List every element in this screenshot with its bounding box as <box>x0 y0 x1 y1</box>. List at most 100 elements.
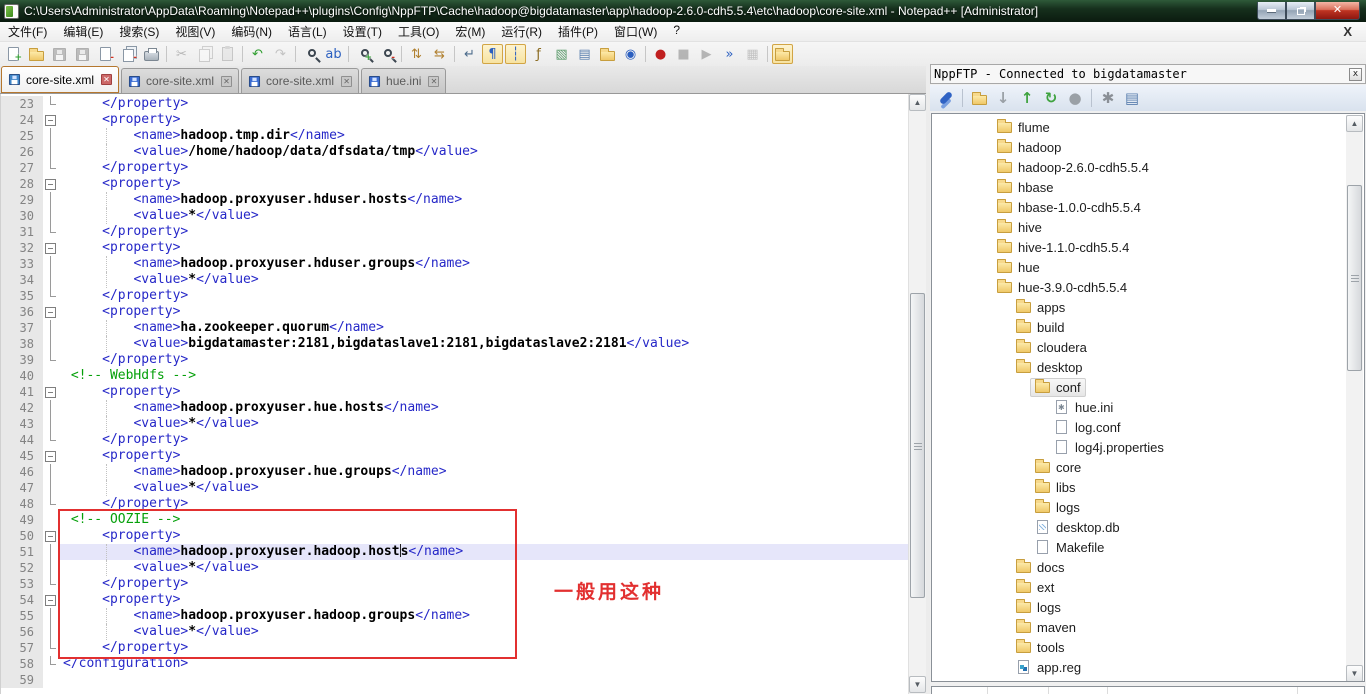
tree-item-log4j-properties[interactable]: log4j.properties <box>932 437 1364 457</box>
tree-item-hive-1-1-0-cdh5-5-4[interactable]: hive-1.1.0-cdh5.5.4 <box>932 237 1364 257</box>
menu-item-5[interactable]: 语言(L) <box>280 21 335 42</box>
macro-record-icon[interactable]: ● <box>650 44 671 64</box>
tree-item-docs[interactable]: docs <box>932 557 1364 577</box>
tab-core-site-xml[interactable]: core-site.xml ✕ <box>241 68 360 93</box>
tree-item-libs[interactable]: libs <box>932 477 1364 497</box>
tree-item-hive[interactable]: hive <box>932 217 1364 237</box>
sync-scroll-horizontal-icon[interactable]: ⇆ <box>429 44 450 64</box>
close-button[interactable]: ✕ <box>1315 2 1360 20</box>
paste-icon[interactable] <box>217 44 238 64</box>
tree-vertical-scrollbar[interactable]: ▲ ▼ <box>1346 115 1363 681</box>
menu-item-1[interactable]: 编辑(E) <box>55 21 111 42</box>
code-text[interactable]: <name>hadoop.proxyuser.hadoop.hosts</nam… <box>59 544 908 560</box>
tab-core-site-xml[interactable]: core-site.xml ✕ <box>121 68 240 93</box>
tab-close-icon[interactable]: ✕ <box>221 75 233 87</box>
tree-item-log-conf[interactable]: log.conf <box>932 417 1364 437</box>
tree-item-logs[interactable]: logs <box>932 597 1364 617</box>
code-text[interactable]: </property> <box>59 288 908 304</box>
show-nppftp-window-icon[interactable] <box>772 44 793 64</box>
save-all-icon[interactable] <box>72 44 93 64</box>
code-text[interactable]: </property> <box>59 160 908 176</box>
indent-guide-icon[interactable]: ┆ <box>505 44 526 64</box>
code-text[interactable]: <name>hadoop.proxyuser.hduser.hosts</nam… <box>59 192 908 208</box>
code-text[interactable]: <name>hadoop.proxyuser.hue.hosts</name> <box>59 400 908 416</box>
tree-item-desktop[interactable]: desktop <box>932 357 1364 377</box>
menu-item-7[interactable]: 工具(O) <box>390 21 447 42</box>
menu-item-10[interactable]: 插件(P) <box>550 21 606 42</box>
tab-close-icon[interactable]: ✕ <box>428 75 440 87</box>
folder-as-workspace-icon[interactable] <box>597 44 618 64</box>
menu-item-2[interactable]: 搜索(S) <box>111 21 167 42</box>
restore-button[interactable] <box>1286 2 1315 20</box>
open-cache-folder-icon[interactable] <box>967 87 991 109</box>
document-list-icon[interactable]: ▤ <box>574 44 595 64</box>
tree-scroll-up-icon[interactable]: ▲ <box>1346 115 1363 132</box>
tab-close-icon[interactable]: ✕ <box>101 74 113 85</box>
new-file-icon[interactable]: + <box>3 44 24 64</box>
fold-toggle-icon[interactable] <box>43 592 59 608</box>
menu-item-0[interactable]: 文件(F) <box>0 21 55 42</box>
open-file-icon[interactable] <box>26 44 47 64</box>
editor-scrollbar-thumb[interactable] <box>910 293 925 598</box>
code-text[interactable]: <property> <box>59 528 908 544</box>
macro-run-multiple-icon[interactable]: » <box>719 44 740 64</box>
minimize-button[interactable] <box>1257 2 1286 20</box>
tree-item-app-reg[interactable]: app.reg <box>932 657 1364 677</box>
menu-item-9[interactable]: 运行(R) <box>493 21 550 42</box>
code-text[interactable]: <property> <box>59 112 908 128</box>
function-list-icon[interactable]: ƒ <box>528 44 549 64</box>
print-icon[interactable] <box>141 44 162 64</box>
fold-toggle-icon[interactable] <box>43 528 59 544</box>
code-text[interactable]: <property> <box>59 448 908 464</box>
fold-toggle-icon[interactable] <box>43 176 59 192</box>
sync-scroll-vertical-icon[interactable]: ⇅ <box>406 44 427 64</box>
code-text[interactable]: <value>/home/hadoop/data/dfsdata/tmp</va… <box>59 144 908 160</box>
code-text[interactable] <box>59 672 908 688</box>
download-file-icon[interactable]: ↓ <box>991 87 1015 109</box>
tree-item-Makefile[interactable]: Makefile <box>932 537 1364 557</box>
tree-scroll-down-icon[interactable]: ▼ <box>1346 665 1363 681</box>
tree-item-logs[interactable]: logs <box>932 497 1364 517</box>
tree-item-build[interactable]: build <box>932 317 1364 337</box>
code-text[interactable]: <property> <box>59 304 908 320</box>
undo-icon[interactable]: ↶ <box>247 44 268 64</box>
editor-vertical-scrollbar[interactable]: ▲ ▼ <box>908 94 926 694</box>
macro-play-icon[interactable]: ▶ <box>696 44 717 64</box>
close-document-icon[interactable]: X <box>1339 24 1356 39</box>
close-file-icon[interactable]: - <box>95 44 116 64</box>
connect-icon[interactable] <box>934 87 958 109</box>
code-text[interactable]: <property> <box>59 384 908 400</box>
code-text[interactable]: </property> <box>59 224 908 240</box>
fold-toggle-icon[interactable] <box>43 448 59 464</box>
fold-toggle-icon[interactable] <box>43 112 59 128</box>
zoom-in-icon[interactable]: + <box>353 44 374 64</box>
code-text[interactable]: <property> <box>59 176 908 192</box>
code-text[interactable]: <value>*</value> <box>59 208 908 224</box>
menu-item-11[interactable]: 窗口(W) <box>606 21 665 42</box>
code-text[interactable]: <value>*</value> <box>59 272 908 288</box>
tab-hue-ini[interactable]: hue.ini ✕ <box>361 68 447 93</box>
redo-icon[interactable]: ↷ <box>270 44 291 64</box>
show-all-characters-icon[interactable]: ¶ <box>482 44 503 64</box>
code-text[interactable]: <!-- WebHdfs --> <box>59 368 908 384</box>
find-icon[interactable] <box>300 44 321 64</box>
zoom-out-icon[interactable]: - <box>376 44 397 64</box>
code-text[interactable]: <value>*</value> <box>59 416 908 432</box>
tree-item-hue-3-9-0-cdh5-5-4[interactable]: hue-3.9.0-cdh5.5.4 <box>932 277 1364 297</box>
code-text[interactable]: <name>hadoop.tmp.dir</name> <box>59 128 908 144</box>
menu-item-12[interactable]: ? <box>665 21 688 42</box>
tree-item-hadoop[interactable]: hadoop <box>932 137 1364 157</box>
settings-icon[interactable]: ✱ <box>1096 87 1120 109</box>
macro-stop-icon[interactable]: ■ <box>673 44 694 64</box>
scroll-up-icon[interactable]: ▲ <box>909 94 926 111</box>
abort-icon[interactable]: ● <box>1063 87 1087 109</box>
code-text[interactable]: <property> <box>59 592 908 608</box>
copy-icon[interactable] <box>194 44 215 64</box>
upload-file-icon[interactable]: ↑ <box>1015 87 1039 109</box>
code-text[interactable]: </configuration> <box>59 656 908 672</box>
menu-item-4[interactable]: 编码(N) <box>223 21 280 42</box>
document-map-icon[interactable]: ▧ <box>551 44 572 64</box>
code-text[interactable]: <value>*</value> <box>59 560 908 576</box>
scroll-down-icon[interactable]: ▼ <box>909 676 926 693</box>
tree-item-hue[interactable]: hue <box>932 257 1364 277</box>
